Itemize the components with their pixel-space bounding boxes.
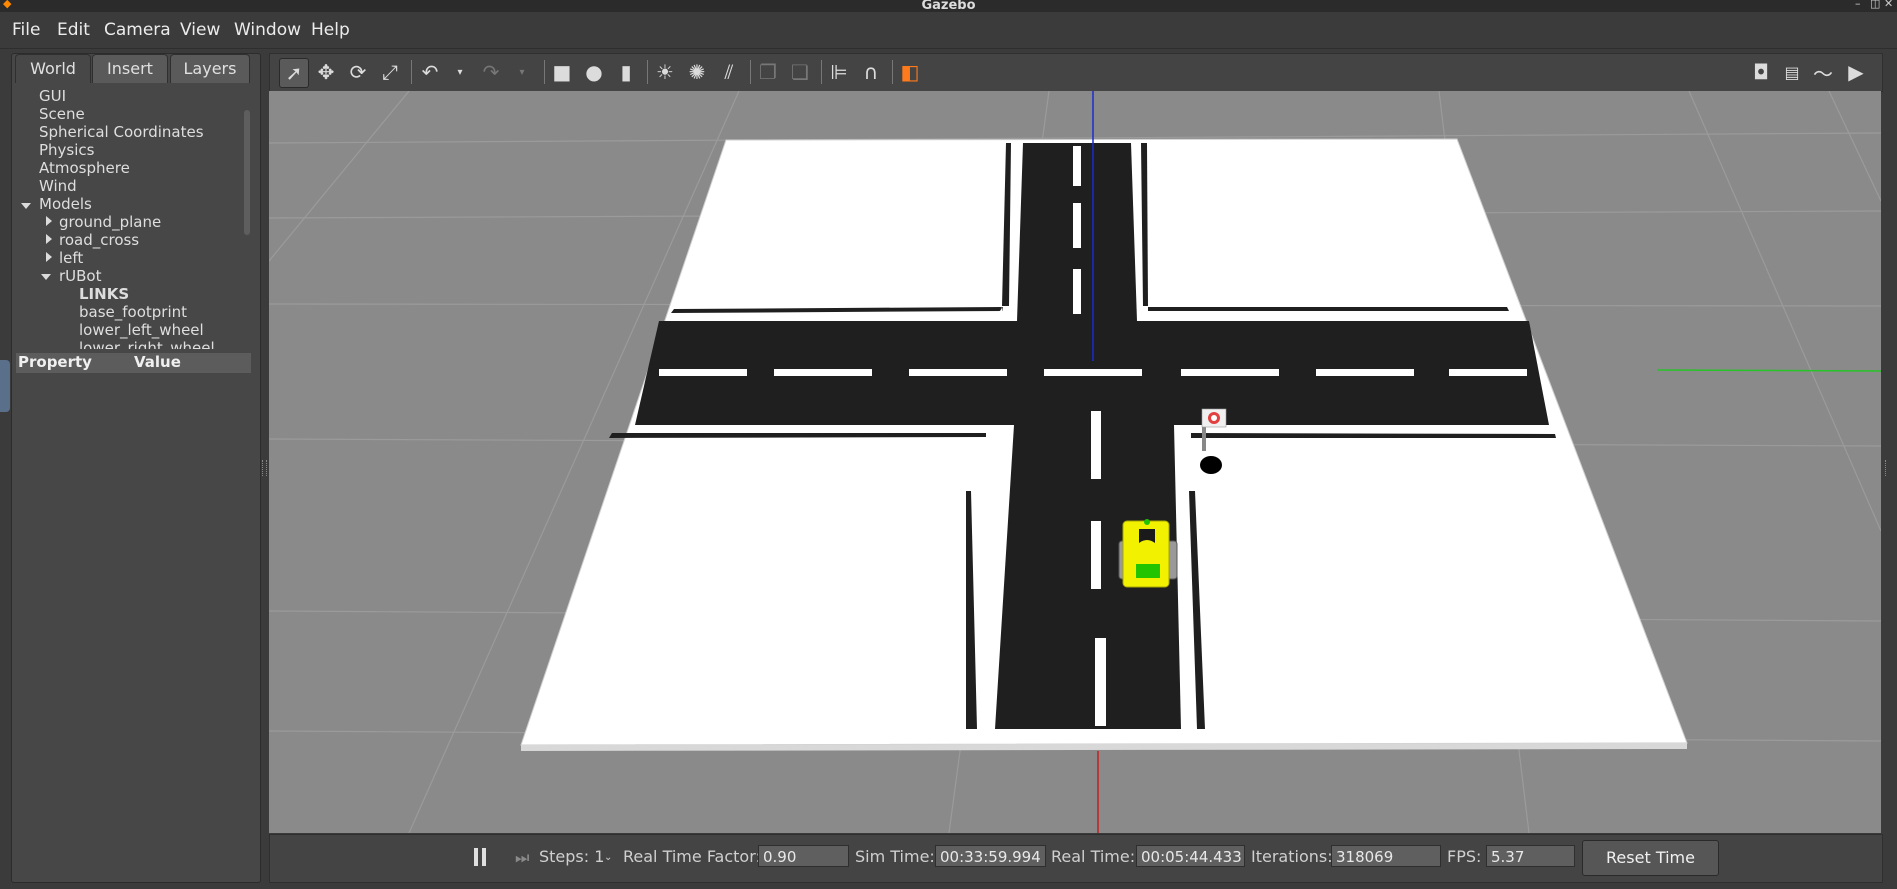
minimize-icon[interactable]: –: [1855, 0, 1861, 10]
rubot-robot: [1118, 519, 1178, 588]
menu-bar: File Edit Camera View Window Help: [0, 12, 1897, 49]
iterations-label: Iterations:: [1251, 847, 1333, 866]
tree-links-header: LINKS: [79, 285, 130, 303]
sim-time-label: Sim Time:: [855, 847, 935, 866]
side-panel-handle[interactable]: [0, 360, 10, 412]
sphere-icon[interactable]: ●: [580, 58, 608, 86]
tree-model-ground-plane[interactable]: ground_plane: [59, 213, 161, 231]
tree-scrollbar[interactable]: [244, 110, 250, 235]
scene-render: [269, 91, 1881, 833]
real-time-value: 00:05:44.433: [1136, 845, 1245, 867]
step-icon[interactable]: ⏭: [515, 848, 529, 868]
expand-ground-plane-icon[interactable]: [46, 216, 52, 226]
tree-model-road-cross[interactable]: road_cross: [59, 231, 139, 249]
menu-view[interactable]: View: [180, 20, 220, 40]
steps-dropdown-icon[interactable]: ⌄: [604, 852, 612, 863]
reset-time-button[interactable]: Reset Time: [1582, 840, 1719, 876]
menu-edit[interactable]: Edit: [57, 20, 90, 40]
pause-icon[interactable]: [472, 848, 488, 866]
property-column-label: Property: [18, 353, 92, 371]
copy-icon[interactable]: ❐: [754, 58, 782, 86]
tree-item-spherical-coordinates[interactable]: Spherical Coordinates: [39, 123, 204, 141]
y-axis: [1656, 369, 1881, 372]
box-icon[interactable]: ■: [548, 58, 576, 86]
scale-icon[interactable]: ⤢: [376, 58, 404, 86]
spot-light-icon[interactable]: ✺: [683, 58, 711, 86]
rotate-icon[interactable]: ⟳: [344, 58, 372, 86]
tab-world[interactable]: World: [15, 54, 91, 83]
fps-value: 5.37: [1486, 845, 1575, 867]
redo-icon[interactable]: ↷: [477, 58, 505, 86]
menu-window[interactable]: Window: [234, 20, 301, 40]
log-icon[interactable]: ▤: [1778, 58, 1806, 86]
align-icon[interactable]: ⊫: [825, 58, 853, 86]
app-icon: ◆: [3, 0, 12, 10]
tree-item-gui[interactable]: GUI: [39, 87, 66, 105]
undo-history-icon[interactable]: ▾: [446, 58, 474, 86]
tab-insert[interactable]: Insert: [92, 54, 168, 83]
tree-link-base-footprint[interactable]: base_footprint: [79, 303, 187, 321]
select-arrow-icon[interactable]: ➚: [279, 58, 309, 88]
tree-model-left[interactable]: left: [59, 249, 83, 267]
view-angle-icon[interactable]: ◧: [896, 58, 924, 86]
property-header: Property Value: [16, 353, 251, 373]
tree-item-physics[interactable]: Physics: [39, 141, 94, 159]
undo-icon[interactable]: ↶: [416, 58, 444, 86]
value-column-label: Value: [134, 353, 181, 371]
fps-label: FPS:: [1447, 847, 1482, 866]
expand-rubot-icon[interactable]: [41, 274, 51, 280]
plot-icon[interactable]: 〜: [1809, 58, 1837, 86]
expand-left-icon[interactable]: [46, 252, 52, 262]
right-splitter[interactable]: [1885, 460, 1888, 476]
menu-camera[interactable]: Camera: [104, 20, 171, 40]
rtf-label: Real Time Factor:: [623, 847, 761, 866]
directional-light-icon[interactable]: ⫽: [715, 58, 743, 86]
rtf-value: 0.90: [758, 845, 849, 867]
tree-item-atmosphere[interactable]: Atmosphere: [39, 159, 130, 177]
sim-time-value: 00:33:59.994: [935, 845, 1046, 867]
tree-item-scene[interactable]: Scene: [39, 105, 85, 123]
tree-link-lower-left-wheel[interactable]: lower_left_wheel: [79, 321, 204, 339]
menu-help[interactable]: Help: [311, 20, 350, 40]
expand-road-cross-icon[interactable]: [46, 234, 52, 244]
tree-item-wind[interactable]: Wind: [39, 177, 77, 195]
translate-icon[interactable]: ✥: [312, 58, 340, 86]
tree-link-lower-right-wheel[interactable]: lower_right_wheel: [79, 339, 215, 349]
iterations-value: 318069: [1331, 845, 1441, 867]
paste-icon[interactable]: ❏: [786, 58, 814, 86]
snap-icon[interactable]: ∩: [857, 58, 885, 86]
title-bar: Gazebo ◆ – ◫ ✕: [0, 0, 1897, 13]
panel-splitter[interactable]: [262, 460, 267, 476]
expand-models-icon[interactable]: [21, 203, 31, 209]
real-time-label: Real Time:: [1051, 847, 1136, 866]
redo-history-icon[interactable]: ▾: [508, 58, 536, 86]
scene-viewport[interactable]: [269, 91, 1881, 833]
steps-label[interactable]: Steps: 1: [539, 847, 604, 866]
screenshot-icon[interactable]: ◘: [1747, 58, 1775, 86]
tree-item-models[interactable]: Models: [39, 195, 92, 213]
point-light-icon[interactable]: ☀: [651, 58, 679, 86]
video-icon[interactable]: ▶: [1842, 58, 1870, 86]
cylinder-icon[interactable]: ▮: [612, 58, 640, 86]
menu-file[interactable]: File: [12, 20, 40, 40]
tab-layers[interactable]: Layers: [170, 54, 250, 83]
tree-model-rubot[interactable]: rUBot: [59, 267, 102, 285]
maximize-icon[interactable]: ◫: [1870, 0, 1880, 10]
close-icon[interactable]: ✕: [1884, 0, 1893, 10]
